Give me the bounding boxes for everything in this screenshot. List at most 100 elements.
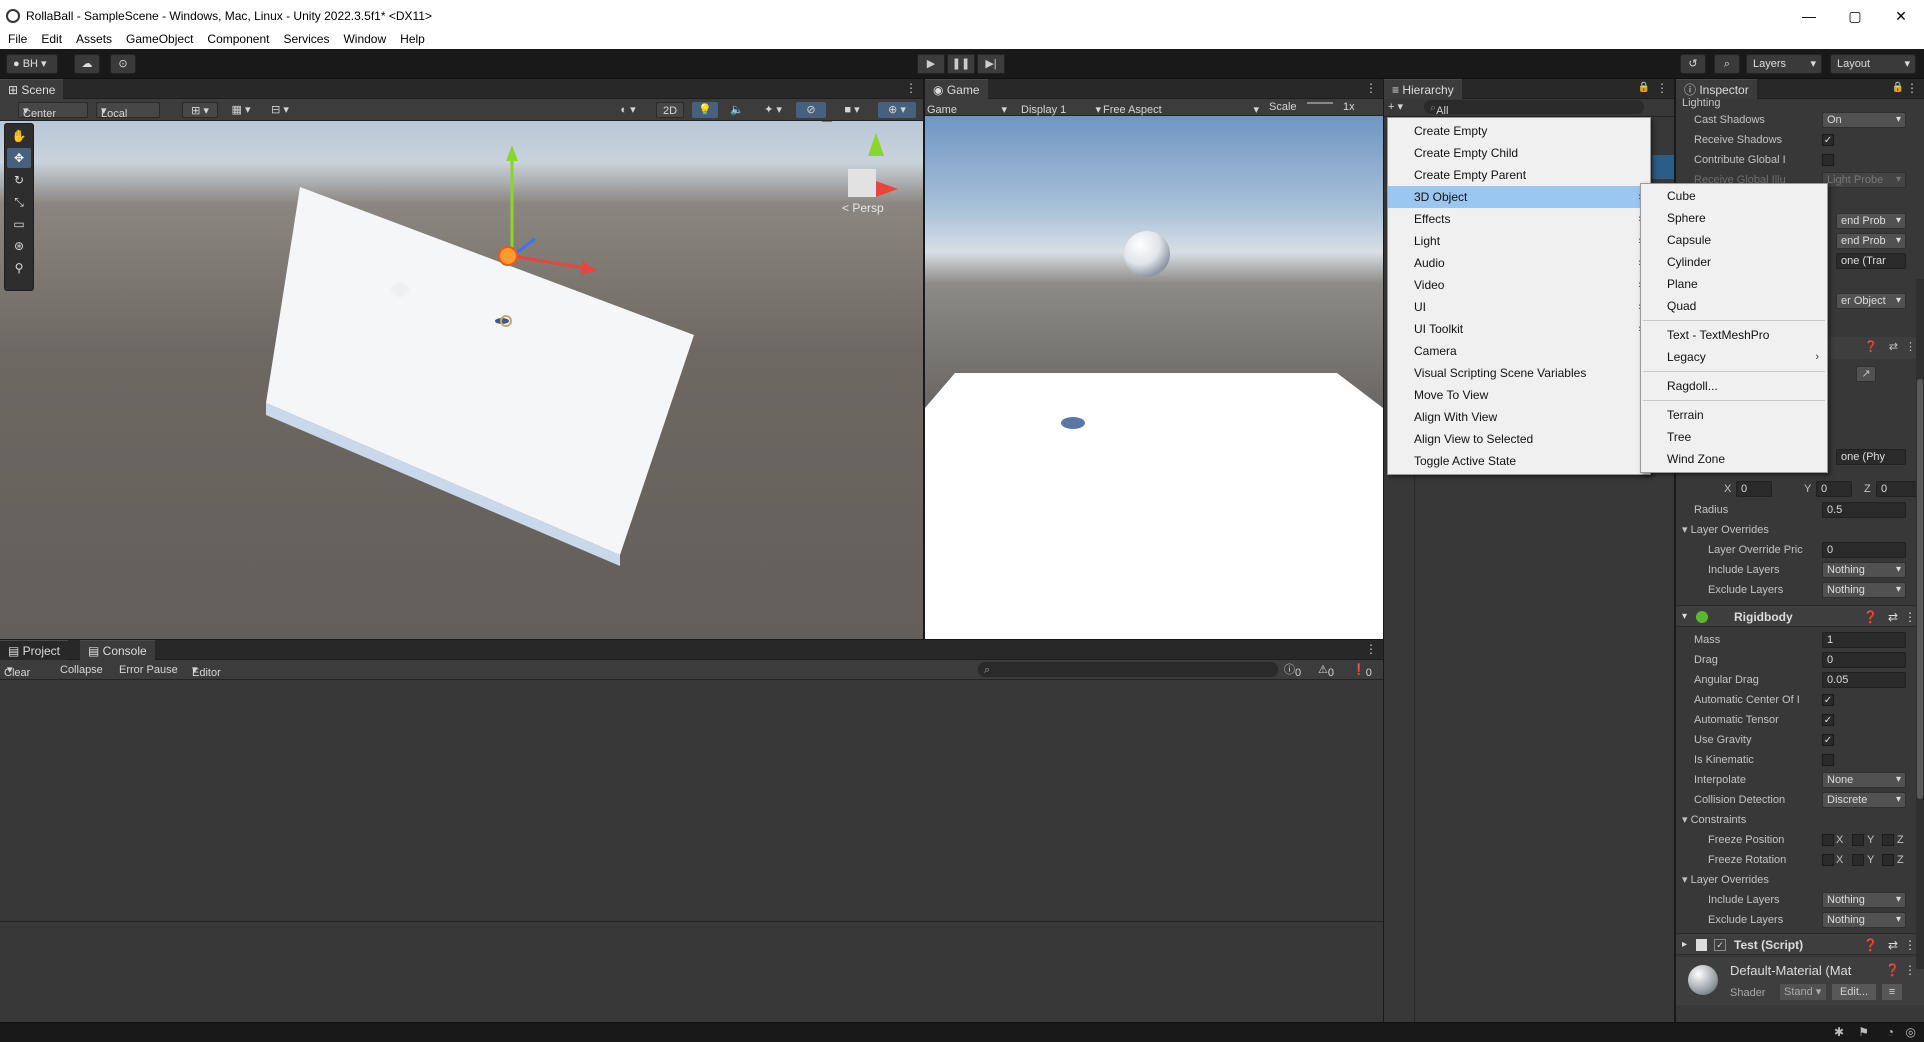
rigidbody-header[interactable]: ▾ Rigidbody ❓ ⇄ ⋮	[1676, 605, 1924, 627]
drag-field[interactable]: 0	[1822, 652, 1906, 668]
history-icon[interactable]: ↺	[1680, 54, 1706, 74]
tab-hierarchy[interactable]: ≡ Hierarchy	[1384, 79, 1462, 99]
add-button[interactable]: + ▾	[1388, 99, 1403, 115]
notification-icon[interactable]: ◎	[1906, 1025, 1916, 1039]
maximize-button[interactable]: ▢	[1832, 0, 1878, 32]
center-x-field[interactable]: 0	[1736, 481, 1772, 497]
gizmo-center-icon[interactable]	[498, 246, 518, 266]
cast-shadows-dropdown[interactable]: On	[1822, 112, 1906, 128]
menu-item-quad[interactable]: Quad	[1641, 295, 1827, 317]
camera-icon[interactable]: ■ ▾	[834, 102, 870, 118]
menu-assets[interactable]: Assets	[76, 32, 112, 46]
kebab-icon[interactable]: ⋮	[1365, 642, 1377, 656]
lock-icon[interactable]: 🔒	[1638, 82, 1650, 93]
rb-include-layers-dropdown[interactable]: Nothing	[1822, 892, 1906, 908]
draw-mode-icon[interactable]: ◐ ▾	[612, 102, 644, 118]
menu-window[interactable]: Window	[343, 32, 386, 46]
menu-item-align-with-view[interactable]: Align With View	[1388, 406, 1650, 428]
step-button[interactable]: ▶|	[977, 54, 1005, 74]
menu-item-camera[interactable]: Camera	[1388, 340, 1650, 362]
receive-gi-dropdown[interactable]: Light Probe	[1822, 172, 1906, 188]
component-menu-icon[interactable]: ⋮	[1905, 337, 1916, 357]
lock-icon[interactable]: 🔒	[1892, 82, 1904, 93]
preset-icon[interactable]: ⇄	[1888, 606, 1898, 628]
layer-override-priority-field[interactable]: 0	[1822, 542, 1906, 558]
menu-item-plane[interactable]: Plane	[1641, 273, 1827, 295]
minimize-button[interactable]: —	[1786, 0, 1832, 32]
visibility-icon[interactable]: ⊘	[796, 102, 826, 118]
menu-item-ragdoll[interactable]: Ragdoll...	[1641, 375, 1827, 397]
menu-item-create-empty[interactable]: Create Empty	[1388, 120, 1650, 142]
test-script-header[interactable]: ▸ ✓ Test (Script) ❓ ⇄ ⋮	[1676, 933, 1924, 955]
grid-snap-icon[interactable]: ⊞ ▾	[182, 102, 218, 118]
exclude-layers-dropdown[interactable]: Nothing	[1822, 582, 1906, 598]
lighting-icon[interactable]: 💡	[692, 102, 718, 118]
persp-label[interactable]: < Persp	[842, 201, 884, 215]
freeze-position-x-checkbox[interactable]	[1822, 834, 1834, 846]
rb-layer-overrides-foldout[interactable]: ▾ Layer Overrides	[1682, 870, 1769, 890]
foldout-arrow-icon[interactable]: ▾	[1682, 606, 1687, 628]
play-button[interactable]: ▶	[917, 54, 945, 74]
menu-item-toggle-active-state[interactable]: Toggle Active State	[1388, 450, 1650, 472]
menu-item-tree[interactable]: Tree	[1641, 426, 1827, 448]
freeze-rotation-z-checkbox[interactable]	[1882, 854, 1894, 866]
anchor-override-field[interactable]: one (Trar	[1836, 253, 1906, 269]
shader-list-icon[interactable]: ≡	[1882, 984, 1902, 1000]
menu-services[interactable]: Services	[283, 32, 329, 46]
include-layers-dropdown[interactable]: Nothing	[1822, 562, 1906, 578]
grid-icon[interactable]: ▦ ▾	[226, 102, 256, 118]
search-icon[interactable]: ⌕	[1714, 54, 1740, 74]
console-divider[interactable]	[0, 921, 1383, 922]
help-icon[interactable]: ❓	[1864, 337, 1878, 357]
menu-item-move-to-view[interactable]: Move To View	[1388, 384, 1650, 406]
menu-item-visual-scripting-scene-variables[interactable]: Visual Scripting Scene Variables	[1388, 362, 1650, 384]
orientation-x-icon[interactable]	[876, 181, 898, 197]
menu-item-legacy[interactable]: Legacy ›	[1641, 346, 1827, 368]
component-menu-icon[interactable]: ⋮	[1904, 606, 1916, 628]
tab-game[interactable]: ◉ Game	[925, 79, 988, 99]
use-gravity-checkbox[interactable]: ✓	[1822, 734, 1834, 746]
aspect-dropdown[interactable]: Free Aspect ▾	[1103, 99, 1261, 116]
close-button[interactable]: ✕	[1878, 0, 1924, 32]
tab-console[interactable]: ▤ Console	[80, 640, 155, 660]
menu-item-cylinder[interactable]: Cylinder	[1641, 251, 1827, 273]
editor-dropdown[interactable]: Editor ▾	[192, 662, 221, 679]
help-icon[interactable]: ❓	[1863, 934, 1878, 956]
component-menu-icon[interactable]: ⋮	[1904, 934, 1916, 956]
menu-item-cube[interactable]: Cube	[1641, 185, 1827, 207]
warning-count-toggle[interactable]: ⚠ 0	[1318, 662, 1334, 679]
cloud-icon[interactable]: ☁	[74, 54, 100, 74]
reflection-probes-dropdown[interactable]: end Prob	[1836, 233, 1906, 249]
menu-file[interactable]: File	[8, 32, 27, 46]
menu-edit[interactable]: Edit	[41, 32, 62, 46]
freeze-rotation-x-checkbox[interactable]	[1822, 854, 1834, 866]
foldout-arrow-icon[interactable]: ▸	[1682, 934, 1687, 956]
menu-item-effects[interactable]: Effects›	[1388, 208, 1650, 230]
freeze-position-y-checkbox[interactable]	[1852, 834, 1864, 846]
menu-item-wind-zone[interactable]: Wind Zone	[1641, 448, 1827, 470]
collab-icon[interactable]: ⊙	[110, 54, 136, 74]
menu-item-create-empty-parent[interactable]: Create Empty Parent	[1388, 164, 1650, 186]
account-button[interactable]: ● BH ▾	[6, 54, 58, 74]
space-dropdown[interactable]: Local ▾	[96, 102, 160, 120]
kebab-icon[interactable]: ⋮	[1365, 81, 1377, 95]
console-search-input[interactable]: ⌕	[978, 662, 1278, 677]
kebab-icon[interactable]: ⋮	[1656, 81, 1668, 95]
preset-icon[interactable]: ⇄	[1888, 934, 1898, 956]
center-y-field[interactable]: 0	[1816, 481, 1852, 497]
x-axis-handle[interactable]	[511, 254, 586, 270]
info-count-toggle[interactable]: ⓘ 0	[1284, 662, 1301, 679]
error-count-toggle[interactable]: ❗ 0	[1352, 662, 1372, 679]
layers-dropdown[interactable]: Layers ▾	[1746, 54, 1822, 74]
receive-shadows-checkbox[interactable]: ✓	[1822, 134, 1834, 146]
constraints-foldout[interactable]: ▾ Constraints	[1682, 810, 1746, 830]
script-enabled-checkbox[interactable]: ✓	[1714, 939, 1726, 951]
network-icon[interactable]: ⚑	[1858, 1025, 1869, 1039]
menu-item-align-view-to-selected[interactable]: Align View to Selected	[1388, 428, 1650, 450]
menu-gameobject[interactable]: GameObject	[126, 32, 193, 46]
layout-dropdown[interactable]: Layout ▾	[1830, 54, 1916, 74]
menu-item-sphere[interactable]: Sphere	[1641, 207, 1827, 229]
kebab-icon[interactable]: ⋮	[905, 81, 917, 95]
audio-icon[interactable]: 🔈	[724, 102, 750, 118]
menu-item-video[interactable]: Video›	[1388, 274, 1650, 296]
